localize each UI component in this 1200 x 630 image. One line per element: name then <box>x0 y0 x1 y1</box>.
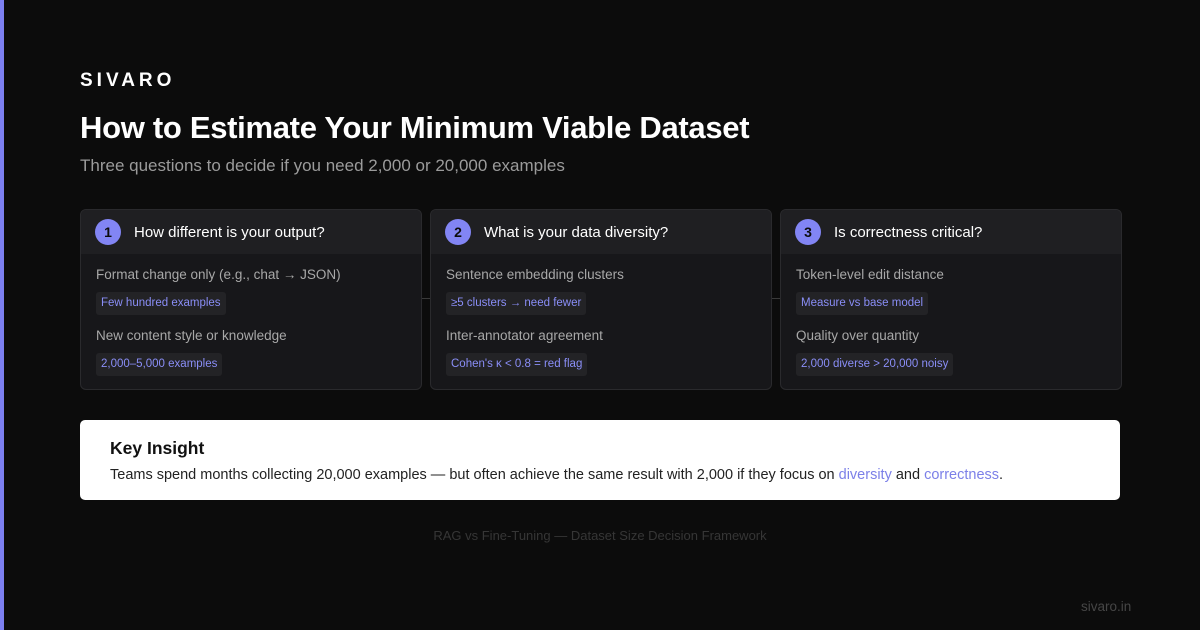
step-card-header: 1 How different is your output? <box>81 210 421 254</box>
insight-highlight-diversity: diversity <box>838 467 892 483</box>
criterion-tag: Few hundred examples <box>96 292 226 315</box>
page: SIVARO How to Estimate Your Minimum Viab… <box>0 0 1200 630</box>
criterion-tag: 2,000 diverse > 20,000 noisy <box>796 353 954 376</box>
page-title: How to Estimate Your Minimum Viable Data… <box>80 110 750 145</box>
key-insight-text: Teams spend months collecting 20,000 exa… <box>110 467 1003 483</box>
step-title: What is your data diversity? <box>484 223 669 241</box>
brand-logo: SIVARO <box>80 70 176 91</box>
footer-caption: RAG vs Fine-Tuning — Dataset Size Decisi… <box>433 528 767 543</box>
criterion-tag: ≥5 clusters → need fewer <box>446 292 587 315</box>
step-card-body: Format change only (e.g., chat → JSON) F… <box>81 254 421 388</box>
insight-text-part: and <box>891 467 925 483</box>
criterion-tag: Measure vs base model <box>796 292 929 315</box>
step-card-1: 1 How different is your output? Format c… <box>80 209 422 390</box>
steps-row: 1 How different is your output? Format c… <box>80 209 1122 390</box>
page-subtitle: Three questions to decide if you need 2,… <box>80 156 565 175</box>
step-card-header: 2 What is your data diversity? <box>431 210 771 254</box>
step-card-header: 3 Is correctness critical? <box>781 210 1121 254</box>
criterion-tag: Cohen's κ < 0.8 = red flag <box>446 353 588 376</box>
insight-text-part: . <box>999 467 1004 483</box>
criterion-tag: 2,000–5,000 examples <box>96 353 223 376</box>
criterion-label: Sentence embedding clusters <box>446 267 624 282</box>
insight-text-part: Teams spend months collecting 20,000 exa… <box>110 467 839 483</box>
step-card-3: 3 Is correctness critical? Token-level e… <box>780 209 1122 390</box>
step-title: How different is your output? <box>134 223 325 241</box>
criterion-label: Quality over quantity <box>796 328 920 343</box>
step-card-body: Token-level edit distance Measure vs bas… <box>781 254 1121 388</box>
insight-highlight-correctness: correctness <box>924 467 1000 483</box>
criterion-label: Token-level edit distance <box>796 267 944 282</box>
step-number-badge: 2 <box>445 219 471 245</box>
key-insight-box: Key Insight Teams spend months collectin… <box>80 420 1120 500</box>
step-card-body: Sentence embedding clusters ≥5 clusters … <box>431 254 771 388</box>
criterion-label: Format change only (e.g., chat → JSON) <box>96 267 341 282</box>
step-number-badge: 1 <box>95 219 121 245</box>
step-title: Is correctness critical? <box>834 223 983 241</box>
step-card-2: 2 What is your data diversity? Sentence … <box>430 209 772 390</box>
site-url: sivaro.in <box>1081 599 1132 614</box>
criterion-label: New content style or knowledge <box>96 328 287 343</box>
criterion-label: Inter-annotator agreement <box>446 328 603 343</box>
step-number-badge: 3 <box>795 219 821 245</box>
key-insight-title: Key Insight <box>110 438 205 458</box>
